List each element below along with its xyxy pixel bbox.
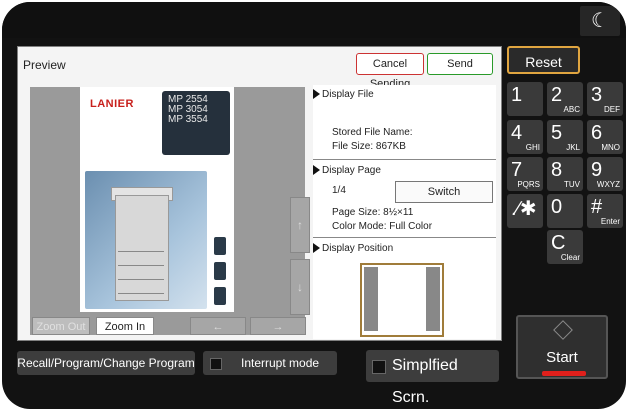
device-screen: ☾ Preview Cancel Sending Send LANIER MP … — [2, 2, 626, 409]
display-position-title: Display Position — [313, 243, 393, 254]
thumbnail-image — [214, 237, 226, 255]
top-bar: ☾ — [2, 2, 626, 38]
recall-program-button[interactable]: Recall/Program/Change Program — [17, 351, 195, 375]
document-page: LANIER MP 2554 MP 3054 MP 3554 — [80, 87, 234, 312]
key-7[interactable]: 7 PQRS — [507, 157, 543, 191]
divider — [313, 237, 496, 238]
checkbox-icon — [372, 360, 386, 374]
start-label: Start — [546, 349, 578, 366]
product-photo — [85, 171, 207, 309]
scroll-up-button[interactable]: ↑ — [290, 197, 310, 253]
model-label: MP 3554 — [168, 114, 208, 125]
thumbnail-image — [214, 262, 226, 280]
display-page-title: Display Page — [313, 165, 381, 176]
key-8[interactable]: 8 TUV — [547, 157, 583, 191]
cancel-sending-button[interactable]: Cancel Sending — [356, 53, 424, 90]
send-button[interactable]: Send — [427, 53, 493, 75]
triangle-right-icon — [313, 165, 320, 176]
file-size: File Size: 867KB — [332, 141, 406, 152]
key-3[interactable]: 3 DEF — [587, 82, 623, 116]
color-mode: Color Mode: Full Color — [332, 221, 433, 232]
page-size: Page Size: 8½×11 — [332, 207, 414, 218]
thumbnail-strip — [214, 237, 228, 312]
preview-area: LANIER MP 2554 MP 3054 MP 3554 ↑ ↓ — [30, 87, 310, 335]
key-0[interactable]: 0 — [547, 194, 583, 228]
display-position-selector[interactable] — [360, 263, 444, 337]
key-hash-enter[interactable]: # Enter — [587, 194, 623, 228]
page-count: 1/4 — [332, 185, 346, 196]
simplified-screen-button[interactable]: Simplfied Scrn. — [366, 350, 499, 406]
energy-saver-icon[interactable]: ☾ — [580, 6, 620, 36]
interrupt-mode-button[interactable]: Interrupt mode — [203, 351, 337, 375]
scroll-down-button[interactable]: ↓ — [290, 259, 310, 315]
panel-title: Preview — [23, 58, 66, 72]
thumbnail-image — [214, 287, 226, 305]
triangle-right-icon — [313, 243, 320, 254]
start-diamond-icon — [553, 320, 573, 340]
preview-panel: Preview Cancel Sending Send LANIER MP 25… — [17, 46, 502, 341]
zoom-in-button[interactable]: Zoom In — [96, 317, 154, 335]
display-file-title: Display File — [313, 89, 374, 100]
interrupt-label: Interrupt mode — [241, 356, 320, 370]
key-1[interactable]: 1 — [507, 82, 543, 116]
stored-file-name: Stored File Name: — [332, 127, 413, 138]
triangle-right-icon — [313, 89, 320, 100]
info-pane: Display File Stored File Name: File Size… — [313, 85, 496, 339]
model-box: MP 2554 MP 3054 MP 3554 — [162, 91, 230, 155]
key-clear[interactable]: C Clear — [547, 230, 583, 264]
key-6[interactable]: 6 MNO — [587, 120, 623, 154]
start-button[interactable]: Start — [516, 315, 608, 379]
brand-logo: LANIER — [90, 98, 134, 110]
scroll-column: ↑ ↓ — [290, 197, 310, 321]
key-2[interactable]: 2 ABC — [547, 82, 583, 116]
key-9[interactable]: 9 WXYZ — [587, 157, 623, 191]
key-5[interactable]: 5 JKL — [547, 120, 583, 154]
previous-page-button[interactable]: ← — [190, 317, 246, 335]
simplified-label: Simplfied Scrn. — [392, 357, 458, 406]
checkbox-icon — [210, 358, 222, 370]
start-indicator — [542, 371, 586, 376]
next-page-button[interactable]: → — [250, 317, 306, 335]
switch-button[interactable]: Switch — [395, 181, 493, 203]
divider — [313, 159, 496, 160]
copier-image — [115, 195, 169, 301]
key-dot-star[interactable]: .∕✱ — [507, 194, 543, 228]
zoom-out-button[interactable]: Zoom Out — [32, 317, 90, 335]
key-4[interactable]: 4 GHI — [507, 120, 543, 154]
reset-button[interactable]: Reset — [507, 46, 580, 74]
